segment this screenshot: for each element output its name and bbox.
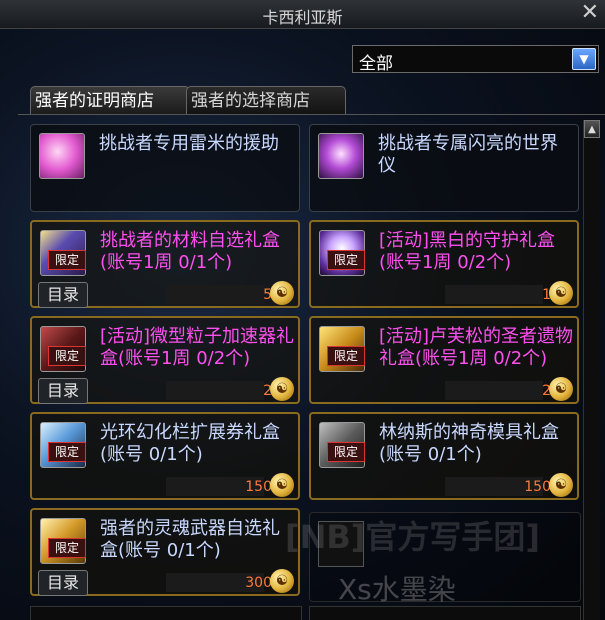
shop-item[interactable]: 限定 强者的灵魂武器自选礼盒(账号 0/1个) 目录 300 ☯: [30, 508, 300, 596]
tab-proof-shop[interactable]: 强者的证明商店: [30, 86, 190, 115]
title-bar: 卡西利亚斯 ✕: [0, 0, 605, 29]
shop-item[interactable]: 挑战者专属闪亮的世界仪: [309, 124, 579, 212]
category-dropdown[interactable]: 全部 ▼: [352, 45, 599, 74]
shop-item[interactable]: 限定 [活动]黑白的守护礼盒(账号1周 0/2个) 1 ☯: [309, 220, 579, 308]
window-title: 卡西利亚斯: [262, 8, 343, 27]
limited-badge: 限定: [48, 538, 86, 558]
limited-badge: 限定: [327, 250, 365, 270]
pink-orb-icon: [39, 133, 85, 179]
item-price: 2: [263, 383, 272, 399]
next-item-peek: [309, 606, 581, 620]
next-item-peek: [30, 606, 302, 620]
item-price: 1: [542, 287, 551, 303]
limited-badge: 限定: [48, 442, 86, 462]
currency-icon: ☯: [549, 473, 573, 497]
item-name: [活动]黑白的守护礼盒(账号1周 0/2个): [379, 230, 556, 273]
item-name: [活动]微型粒子加速器礼盒(账号1周 0/2个): [100, 326, 295, 369]
shop-item[interactable]: 限定 [活动]卢芙松的圣者遗物礼盒(账号1周 0/2个) 2 ☯: [309, 316, 579, 404]
close-icon[interactable]: ✕: [581, 0, 599, 26]
limited-badge: 限定: [48, 250, 86, 270]
shop-window: 卡西利亚斯 ✕ 全部 ▼ 强者的证明商店 强者的选择商店 挑战者专用雷米的援助 …: [0, 0, 605, 620]
shop-item[interactable]: 限定 光环幻化栏扩展券礼盒(账号 0/1个) 150 ☯: [30, 412, 300, 500]
item-name: [活动]卢芙松的圣者遗物礼盒(账号1周 0/2个): [379, 326, 574, 369]
watermark-text: [NB]官方写手团]: [285, 518, 541, 556]
currency-icon: ☯: [270, 377, 294, 401]
tab-divider: [18, 114, 605, 115]
currency-icon: ☯: [270, 281, 294, 305]
catalog-button[interactable]: 目录: [38, 282, 88, 308]
catalog-button[interactable]: 目录: [38, 570, 88, 596]
item-name: 挑战者专属闪亮的世界仪: [378, 133, 558, 176]
item-name: 挑战者专用雷米的援助: [99, 133, 279, 154]
watermark-text: Xs水墨染: [338, 573, 456, 606]
item-name: 强者的灵魂武器自选礼盒(账号 0/1个): [100, 518, 280, 561]
limited-badge: 限定: [327, 442, 365, 462]
item-price: 150: [524, 479, 551, 495]
shop-item[interactable]: 挑战者专用雷米的援助: [30, 124, 300, 212]
category-value: 全部: [359, 54, 393, 74]
scroll-up-icon[interactable]: ▲: [584, 120, 600, 138]
catalog-button[interactable]: 目录: [38, 378, 88, 404]
item-price: 2: [542, 383, 551, 399]
scrollbar[interactable]: ▲: [583, 120, 600, 620]
chevron-down-icon[interactable]: ▼: [572, 48, 596, 70]
shop-item[interactable]: 限定 挑战者的材料自选礼盒(账号1周 0/1个) 目录 5 ☯: [30, 220, 300, 308]
item-price: 150: [245, 479, 272, 495]
limited-badge: 限定: [48, 346, 86, 366]
currency-icon: ☯: [549, 377, 573, 401]
currency-icon: ☯: [270, 473, 294, 497]
limited-badge: 限定: [327, 346, 365, 366]
item-name: 光环幻化栏扩展券礼盒(账号 0/1个): [100, 422, 280, 465]
currency-icon: ☯: [549, 281, 573, 305]
tab-choice-shop[interactable]: 强者的选择商店: [186, 86, 346, 115]
glowing-globe-icon: [318, 133, 364, 179]
currency-icon: ☯: [270, 569, 294, 593]
item-name: 挑战者的材料自选礼盒(账号1周 0/1个): [100, 230, 280, 273]
shop-item[interactable]: 限定 林纳斯的神奇模具礼盒(账号 0/1个) 150 ☯: [309, 412, 579, 500]
item-price: 300: [245, 575, 272, 591]
shop-item[interactable]: 限定 [活动]微型粒子加速器礼盒(账号1周 0/2个) 目录 2 ☯: [30, 316, 300, 404]
item-price: 5: [263, 287, 272, 303]
item-name: 林纳斯的神奇模具礼盒(账号 0/1个): [379, 422, 559, 465]
